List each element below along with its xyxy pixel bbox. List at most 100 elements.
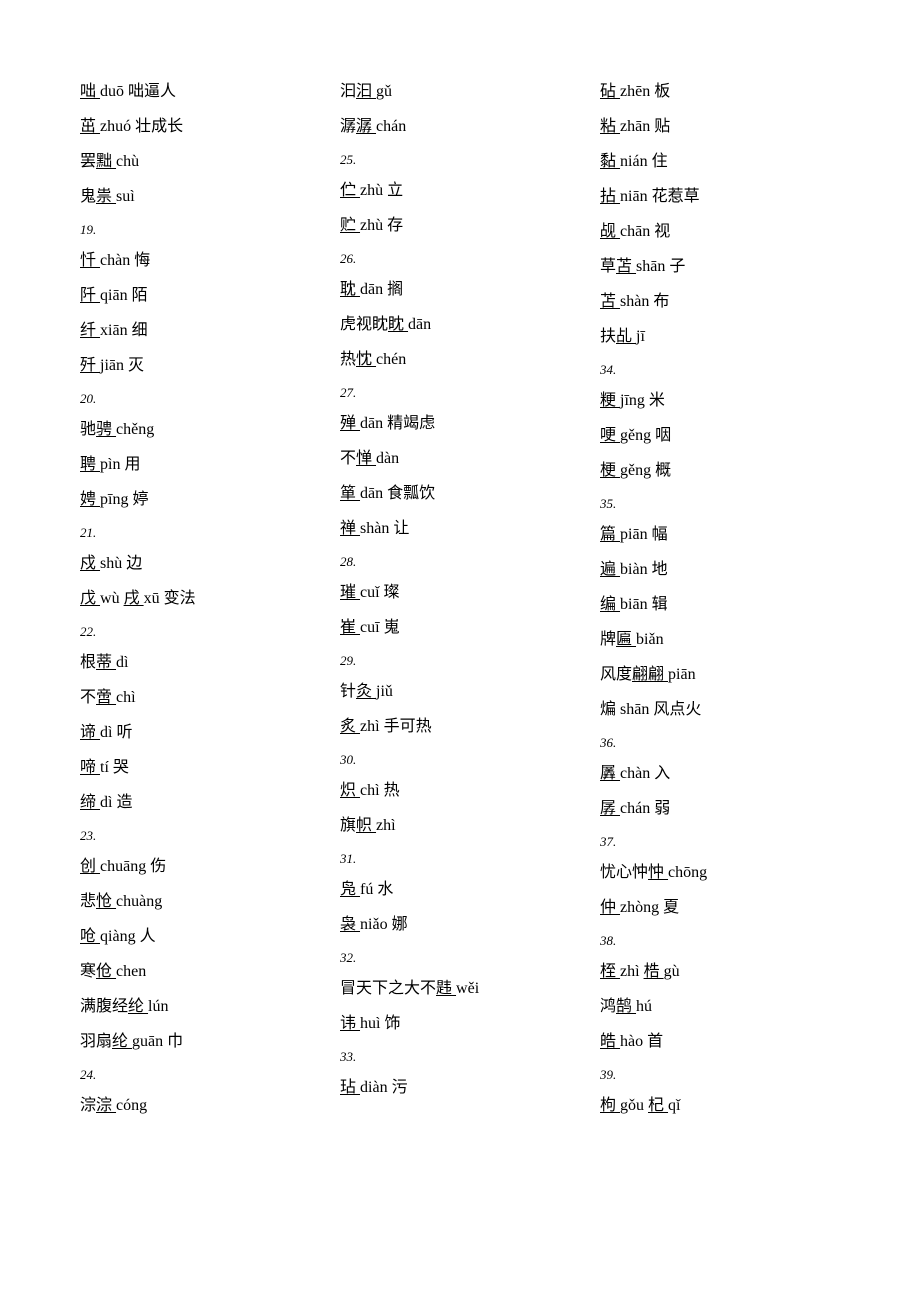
vocabulary-entry: 苫 shàn 布 <box>600 290 840 314</box>
vocabulary-entry: 不惮 dàn <box>340 447 580 471</box>
underlined-char: 袅 <box>340 916 360 933</box>
section-number: 33. <box>340 1049 580 1065</box>
vocabulary-entry: 孱 chán 弱 <box>600 797 840 821</box>
vocabulary-entry: 寒伧 chen <box>80 960 320 984</box>
vocabulary-entry: 炽 chì 热 <box>340 779 580 803</box>
underlined-char: 砧 <box>600 83 620 100</box>
underlined-char: 苫 <box>616 258 636 275</box>
underlined-char: 骋 <box>96 421 116 438</box>
vocabulary-entry: 不啻 chì <box>80 686 320 710</box>
vocabulary-entry: 悲怆 chuàng <box>80 890 320 914</box>
vocabulary-entry: 呛 qiàng 人 <box>80 925 320 949</box>
vocabulary-entry: 梗 gěng 概 <box>600 459 840 483</box>
vocabulary-entry: 扶乩 jī <box>600 325 840 349</box>
underlined-char: 帜 <box>356 817 376 834</box>
vocabulary-entry: 讳 huì 饰 <box>340 1012 580 1036</box>
underlined-char: 灸 <box>356 683 376 700</box>
vocabulary-entry: 玷 diàn 污 <box>340 1076 580 1100</box>
section-number: 28. <box>340 554 580 570</box>
vocabulary-entry: 贮 zhù 存 <box>340 214 580 238</box>
vocabulary-entry: 潺潺 chán <box>340 115 580 139</box>
document-columns: 咄 duō 咄逼人茁 zhuó 壮成长罢黜 chù鬼祟 suì19.忏 chàn… <box>80 80 840 1129</box>
vocabulary-entry: 忧心忡忡 chōng <box>600 861 840 885</box>
vocabulary-entry: 聘 pìn 用 <box>80 453 320 477</box>
vocabulary-entry: 淙淙 cóng <box>80 1094 320 1118</box>
vocabulary-entry: 牌匾 biǎn <box>600 628 840 652</box>
vocabulary-entry: 粘 zhān 贴 <box>600 115 840 139</box>
underlined-char: 匾 <box>616 631 636 648</box>
vocabulary-entry: 草苫 shān 子 <box>600 255 840 279</box>
underlined-char: 编 <box>600 596 620 613</box>
vocabulary-entry: 歼 jiān 灭 <box>80 354 320 378</box>
vocabulary-entry: 羼 chàn 入 <box>600 762 840 786</box>
vocabulary-entry: 袅 niǎo 娜 <box>340 913 580 937</box>
underlined-char: 枸 <box>600 1097 620 1114</box>
underlined-char: 孱 <box>600 800 620 817</box>
underlined-char: 蒂 <box>96 654 116 671</box>
vocabulary-entry: 拈 niān 花惹草 <box>600 185 840 209</box>
vocabulary-entry: 篇 piān 幅 <box>600 523 840 547</box>
section-number: 38. <box>600 933 840 949</box>
vocabulary-entry: 罢黜 chù <box>80 150 320 174</box>
underlined-char: 戌 <box>124 590 144 607</box>
vocabulary-entry: 创 chuāng 伤 <box>80 855 320 879</box>
vocabulary-entry: 禅 shàn 让 <box>340 517 580 541</box>
underlined-char: 啼 <box>80 759 100 776</box>
underlined-char: 伫 <box>340 182 360 199</box>
section-number: 32. <box>340 950 580 966</box>
underlined-char: 梗 <box>600 462 620 479</box>
section-number: 21. <box>80 525 320 541</box>
section-number: 26. <box>340 251 580 267</box>
vocabulary-entry: 粳 jīng 米 <box>600 389 840 413</box>
underlined-char: 禅 <box>340 520 360 537</box>
underlined-char: 谛 <box>80 724 100 741</box>
underlined-char: 箪 <box>340 485 360 502</box>
underlined-char: 粳 <box>600 392 620 409</box>
vocabulary-entry: 咄 duō 咄逼人 <box>80 80 320 104</box>
vocabulary-entry: 羽扇纶 guān 巾 <box>80 1030 320 1054</box>
section-number: 31. <box>340 851 580 867</box>
underlined-char: 乩 <box>616 328 636 345</box>
underlined-char: 伧 <box>96 963 116 980</box>
vocabulary-entry: 满腹经纶 lún <box>80 995 320 1019</box>
underlined-char: 歼 <box>80 357 100 374</box>
vocabulary-entry: 鸿鹄 hú <box>600 995 840 1019</box>
vocabulary-entry: 鬼祟 suì <box>80 185 320 209</box>
section-number: 24. <box>80 1067 320 1083</box>
vocabulary-entry: 热忱 chén <box>340 348 580 372</box>
vocabulary-entry: 煸 shān 风点火 <box>600 698 840 722</box>
vocabulary-entry: 阡 qiān 陌 <box>80 284 320 308</box>
underlined-char: 璀 <box>340 584 360 601</box>
section-number: 23. <box>80 828 320 844</box>
underlined-char: 耽 <box>340 281 360 298</box>
underlined-char: 聘 <box>80 456 100 473</box>
underlined-char: 桎 <box>600 963 620 980</box>
underlined-char: 忏 <box>80 252 100 269</box>
underlined-char: 韪 <box>436 980 456 997</box>
section-number: 35. <box>600 496 840 512</box>
underlined-char: 仲 <box>600 899 620 916</box>
vocabulary-entry: 砧 zhēn 板 <box>600 80 840 104</box>
underlined-char: 苫 <box>600 293 620 310</box>
column-3: 砧 zhēn 板粘 zhān 贴黏 nián 住拈 niān 花惹草觇 chān… <box>600 80 840 1129</box>
vocabulary-entry: 璀 cuǐ 璨 <box>340 581 580 605</box>
column-1: 咄 duō 咄逼人茁 zhuó 壮成长罢黜 chù鬼祟 suì19.忏 chàn… <box>80 80 320 1129</box>
vocabulary-entry: 风度翩翩 piān <box>600 663 840 687</box>
section-number: 30. <box>340 752 580 768</box>
underlined-char: 炽 <box>340 782 360 799</box>
vocabulary-entry: 炙 zhì 手可热 <box>340 715 580 739</box>
vocabulary-entry: 冒天下之大不韪 wěi <box>340 977 580 1001</box>
underlined-char: 祟 <box>96 188 116 205</box>
underlined-char: 娉 <box>80 491 100 508</box>
vocabulary-entry: 针灸 jiǔ <box>340 680 580 704</box>
underlined-char: 茁 <box>80 118 100 135</box>
underlined-char: 贮 <box>340 217 360 234</box>
vocabulary-entry: 戍 shù 边 <box>80 552 320 576</box>
underlined-char: 缔 <box>80 794 100 811</box>
vocabulary-entry: 缔 dì 造 <box>80 791 320 815</box>
underlined-char: 眈 <box>388 316 408 333</box>
vocabulary-entry: 根蒂 dì <box>80 651 320 675</box>
vocabulary-entry: 觇 chān 视 <box>600 220 840 244</box>
vocabulary-entry: 皓 hào 首 <box>600 1030 840 1054</box>
vocabulary-entry: 汩汩 gǔ <box>340 80 580 104</box>
